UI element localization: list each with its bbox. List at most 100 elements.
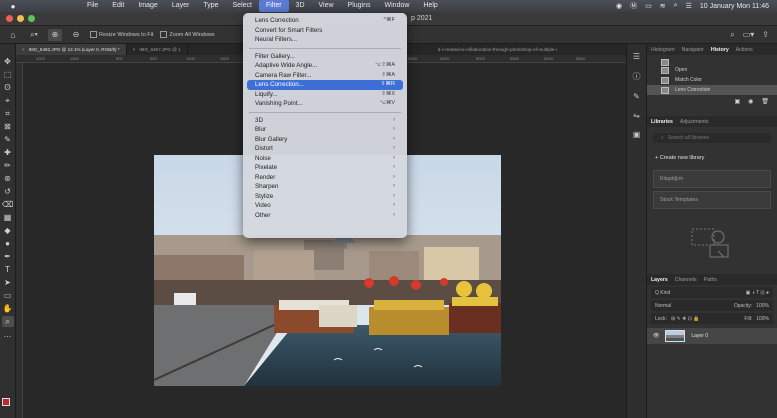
malwarebytes-icon[interactable]: Ⓜ [630, 1, 637, 11]
menu-file[interactable]: File [80, 0, 105, 12]
zoom-window-button[interactable] [28, 15, 35, 22]
eraser-tool-icon[interactable]: ⌫ [2, 199, 14, 210]
filter-menu-item[interactable]: Vanishing Point... ⌥⌘V [243, 99, 407, 109]
layer-row[interactable]: 👁 Layer 0 [647, 328, 777, 344]
library-item[interactable]: Stock Templates [653, 191, 771, 209]
filter-menu-item[interactable]: Blur Gallery › [243, 135, 407, 145]
screen-record-icon[interactable]: ◉ [616, 2, 622, 10]
filter-menu-item[interactable]: Neural Filters... [243, 35, 407, 45]
menu-layer[interactable]: Layer [165, 0, 197, 12]
healing-brush-icon[interactable]: ✚ [2, 147, 14, 158]
opacity-input[interactable]: 100% [756, 303, 769, 309]
panel-tab[interactable]: Histogram [651, 47, 675, 53]
panel-tab[interactable]: Channels [675, 277, 697, 283]
search-icon[interactable]: ⌕ [730, 30, 734, 40]
spotlight-search-icon[interactable]: ⌕ [674, 2, 678, 10]
filter-menu-item[interactable]: Other › [243, 211, 407, 221]
blur-tool-icon[interactable]: ◆ [2, 225, 14, 236]
close-icon[interactable]: × [22, 47, 25, 52]
camera-icon[interactable]: ◉ [748, 98, 753, 105]
home-icon[interactable]: ⌂ [6, 29, 20, 41]
foreground-color-swatch[interactable] [2, 398, 10, 406]
filter-menu-item[interactable]: Blur › [243, 125, 407, 135]
fill-input[interactable]: 100% [756, 316, 769, 322]
library-search-input[interactable]: ⌕ Search all libraries [653, 133, 771, 143]
filter-menu-item[interactable]: Convert for Smart Filters [243, 26, 407, 36]
filter-menu-item[interactable]: Camera Raw Filter... ⇧⌘A [243, 71, 407, 81]
pen-tool-icon[interactable]: ✒ [2, 251, 14, 262]
wifi-icon[interactable]: ≋ [660, 2, 666, 10]
close-window-button[interactable] [6, 15, 13, 22]
filter-menu-item[interactable]: 3D › [243, 116, 407, 126]
filter-menu-item[interactable]: Adaptive Wide Angle... ⌥⇧⌘A [243, 61, 407, 71]
panel-tab[interactable]: Libraries [651, 119, 673, 125]
menu-3d[interactable]: 3D [289, 0, 312, 12]
filter-menu-item[interactable]: Lens Correction ^⌘F [243, 16, 407, 26]
filter-menu-item[interactable]: Noise › [243, 154, 407, 164]
libraries-panel-icon[interactable]: ▣ [633, 130, 641, 139]
history-state-row[interactable]: Lens Correction [647, 85, 777, 95]
filter-menu-item[interactable]: Render › [243, 173, 407, 183]
marquee-tool-icon[interactable]: ⬚ [2, 69, 14, 80]
menu-select[interactable]: Select [226, 0, 259, 12]
menu-type[interactable]: Type [196, 0, 225, 12]
battery-icon[interactable]: ▭ [645, 2, 652, 10]
doc-tab-active[interactable]: × IMG_6482.JPG @ 12.1% (Layer 0, RGB/8) … [16, 44, 127, 55]
menu-edit[interactable]: Edit [105, 0, 131, 12]
shape-tool-icon[interactable]: ▭ [2, 290, 14, 301]
brush-tool-icon[interactable]: ✏ [2, 160, 14, 171]
frame-tool-icon[interactable]: ⊠ [2, 121, 14, 132]
zoom-in-icon[interactable]: ⊕ [48, 28, 62, 41]
move-tool-icon[interactable]: ✥ [2, 56, 14, 67]
zoom-out-icon[interactable]: ⊖ [69, 29, 83, 41]
share-icon[interactable]: ⇪ [762, 30, 769, 40]
trash-icon[interactable]: 🗑 [761, 98, 769, 105]
filter-menu-item[interactable]: Lens Correction... ⇧⌘R [247, 80, 403, 90]
control-center-icon[interactable]: ☰ [686, 2, 692, 10]
filter-menu-item[interactable]: Sharpen › [243, 182, 407, 192]
menu-image[interactable]: Image [131, 0, 164, 12]
zoom-all-windows-checkbox[interactable]: Zoom All Windows [160, 31, 215, 38]
history-panel-icon[interactable]: ☰ [633, 52, 640, 61]
new-document-from-state-icon[interactable]: ▣ [734, 98, 740, 105]
crop-tool-icon[interactable]: ⌗ [2, 108, 14, 119]
filter-menu-item[interactable]: Filter Gallery... [243, 52, 407, 62]
history-state-row[interactable]: Match Color [647, 75, 777, 85]
close-icon[interactable]: × [133, 47, 136, 52]
menu-filter[interactable]: Filter [258, 0, 289, 12]
layer-name[interactable]: Layer 0 [691, 333, 708, 339]
layer-kind-filter[interactable]: Q Kind [655, 290, 670, 296]
panel-tab[interactable]: History [711, 47, 729, 53]
minimize-window-button[interactable] [17, 15, 24, 22]
history-state-row[interactable]: Open [647, 65, 777, 75]
lock-icons[interactable]: ⊞ ✎ ✥ ⊡ 🔒 [671, 316, 700, 322]
library-item[interactable]: Kitaplığım [653, 170, 771, 188]
layer-filter-bar[interactable]: Q Kind ▣ ◑ T ⊡ ● [651, 287, 773, 298]
history-brush-icon[interactable]: ↺ [2, 186, 14, 197]
gradient-tool-icon[interactable]: ▦ [2, 212, 14, 223]
visibility-eye-icon[interactable]: 👁 [653, 333, 659, 339]
panel-tab[interactable]: Layers [651, 277, 668, 283]
adjustments-panel-icon[interactable]: ⇋ [633, 111, 640, 120]
workspace-icon[interactable]: ▭▾ [743, 30, 755, 40]
lasso-tool-icon[interactable]: ʘ [2, 82, 14, 93]
properties-panel-icon[interactable]: ⓘ [633, 71, 641, 82]
menu-window[interactable]: Window [378, 0, 417, 12]
filter-menu-item[interactable]: Liquify... ⇧⌘X [243, 90, 407, 100]
create-library-button[interactable]: + Create new library [647, 149, 777, 167]
path-select-tool-icon[interactable]: ➤ [2, 277, 14, 288]
quick-select-tool-icon[interactable]: ⌖ [2, 95, 14, 106]
doc-tab[interactable]: × IMG_6457.JPG @ 1 [127, 44, 188, 55]
more-tools-icon[interactable]: … [2, 329, 14, 340]
hand-tool-icon[interactable]: ✋ [2, 303, 14, 314]
filter-menu-item[interactable]: Stylize › [243, 192, 407, 202]
zoom-tool-preset-icon[interactable]: ⌕▾ [27, 29, 41, 41]
filter-icons[interactable]: ▣ ◑ T ⊡ ● [746, 290, 769, 296]
filter-menu-item[interactable]: Pixelate › [243, 163, 407, 173]
filter-menu-item[interactable]: Video › [243, 201, 407, 211]
filter-menu-item[interactable]: Distort › [243, 144, 407, 154]
eyedropper-tool-icon[interactable]: ✎ [2, 134, 14, 145]
panel-tab[interactable]: Paths [704, 277, 717, 283]
menu-view[interactable]: View [312, 0, 341, 12]
dodge-tool-icon[interactable]: ● [2, 238, 14, 249]
